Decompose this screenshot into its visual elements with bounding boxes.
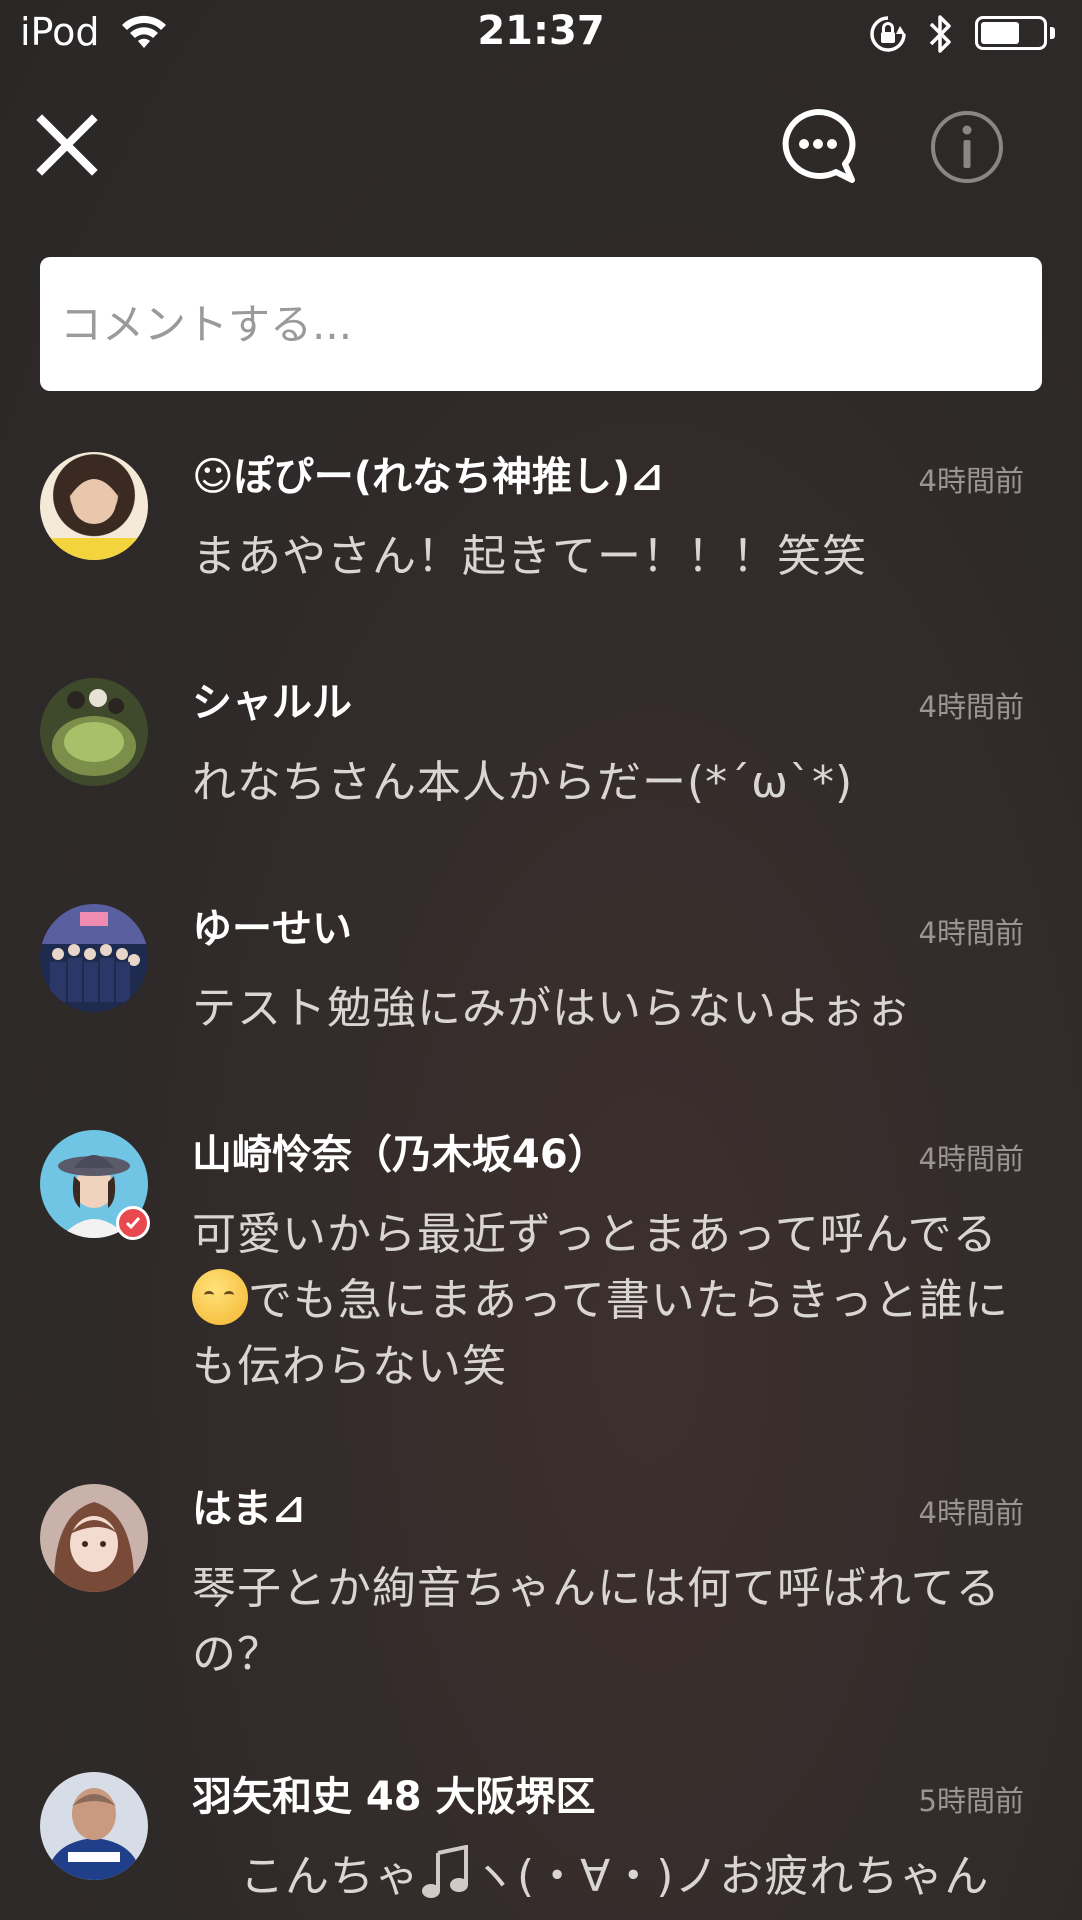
avatar[interactable] (40, 904, 148, 1012)
comment-author[interactable]: シャルル (192, 678, 352, 728)
comment-timestamp: 4時間前 (918, 1142, 1024, 1176)
comment-timestamp: 4時間前 (918, 464, 1024, 498)
comment-item: 羽矢和史 48 大阪堺区 5時間前 こんちゃ ヽ(・∀・)ノお疲れちゃん (0, 1772, 1082, 1920)
comment-text-part: でも急にまあって書いたらきっと誰にも伝わらない笑 (192, 1275, 1010, 1392)
avatar[interactable] (40, 452, 148, 560)
avatar[interactable] (40, 1484, 148, 1592)
verified-badge-icon (116, 1206, 150, 1240)
comment-text: 可愛いから最近ずっとまあって呼んでるでも急にまあって書いたらきっと誰にも伝わらな… (192, 1202, 1032, 1400)
comment-text-part: 可愛いから最近ずっとまあって呼んでる (192, 1209, 998, 1260)
comment-author[interactable]: 羽矢和史 48 大阪堺区 (192, 1772, 596, 1822)
comment-item: はま⊿ 4時間前 琴子とか絢音ちゃんには何て呼ばれてるの？ (0, 1484, 1082, 1714)
rotation-lock-icon (870, 16, 906, 52)
comment-author[interactable]: ゆーせい (192, 904, 352, 954)
info-icon[interactable] (928, 108, 1006, 186)
comment-timestamp: 4時間前 (918, 916, 1024, 950)
comment-text-part: ヽ(・∀・)ノお疲れちゃん (472, 1851, 990, 1902)
bluetooth-icon (929, 15, 951, 53)
comment-input[interactable] (40, 257, 1042, 391)
comment-item: ☺ぽぴー(れなち神推し)⊿ 4時間前 まあやさん！起きてー！！！笑笑 (0, 452, 1082, 612)
comment-author[interactable]: 山崎怜奈（乃木坂46） (192, 1130, 608, 1180)
clock: 21:37 (477, 8, 605, 54)
comment-text: まあやさん！起きてー！！！笑笑 (192, 531, 867, 582)
comment-text: れなちさん本人からだー(*´ω`*) (192, 757, 854, 808)
comment-item: 山崎怜奈（乃木坂46） 4時間前 可愛いから最近ずっとまあって呼んでるでも急にま… (0, 1130, 1082, 1420)
comment-item: ゆーせい 4時間前 テスト勉強にみがはいらないよぉぉ (0, 904, 1082, 1064)
music-note-icon (422, 1845, 468, 1898)
status-bar: iPod 21:37 (0, 0, 1082, 70)
comment-text-part: こんちゃ (240, 1851, 420, 1902)
smiling-face-emoji-icon (192, 1269, 248, 1325)
header (0, 90, 1082, 200)
comment-timestamp: 4時間前 (918, 1496, 1024, 1530)
avatar[interactable] (40, 1772, 148, 1880)
comment-author[interactable]: はま⊿ (192, 1484, 306, 1534)
comment-text: テスト勉強にみがはいらないよぉぉ (192, 983, 912, 1034)
comment-timestamp: 4時間前 (918, 690, 1024, 724)
comment-item: シャルル 4時間前 れなちさん本人からだー(*´ω`*) (0, 678, 1082, 838)
comment-author[interactable]: ☺ぽぴー(れなち神推し)⊿ (192, 452, 664, 502)
close-icon[interactable] (34, 112, 100, 178)
comment-text: 琴子とか絢音ちゃんには何て呼ばれてるの？ (192, 1563, 1001, 1680)
live-comments-screen: iPod 21:37 コメントする... ☺ぽぴー(れなち神推し)⊿ 4時間前 … (0, 0, 1082, 1920)
comment-timestamp: 5時間前 (918, 1784, 1024, 1818)
chat-bubble-icon[interactable] (778, 106, 858, 186)
battery-icon (975, 16, 1057, 52)
avatar[interactable] (40, 678, 148, 786)
comment-text: こんちゃ ヽ(・∀・)ノお疲れちゃん (240, 1844, 1080, 1910)
